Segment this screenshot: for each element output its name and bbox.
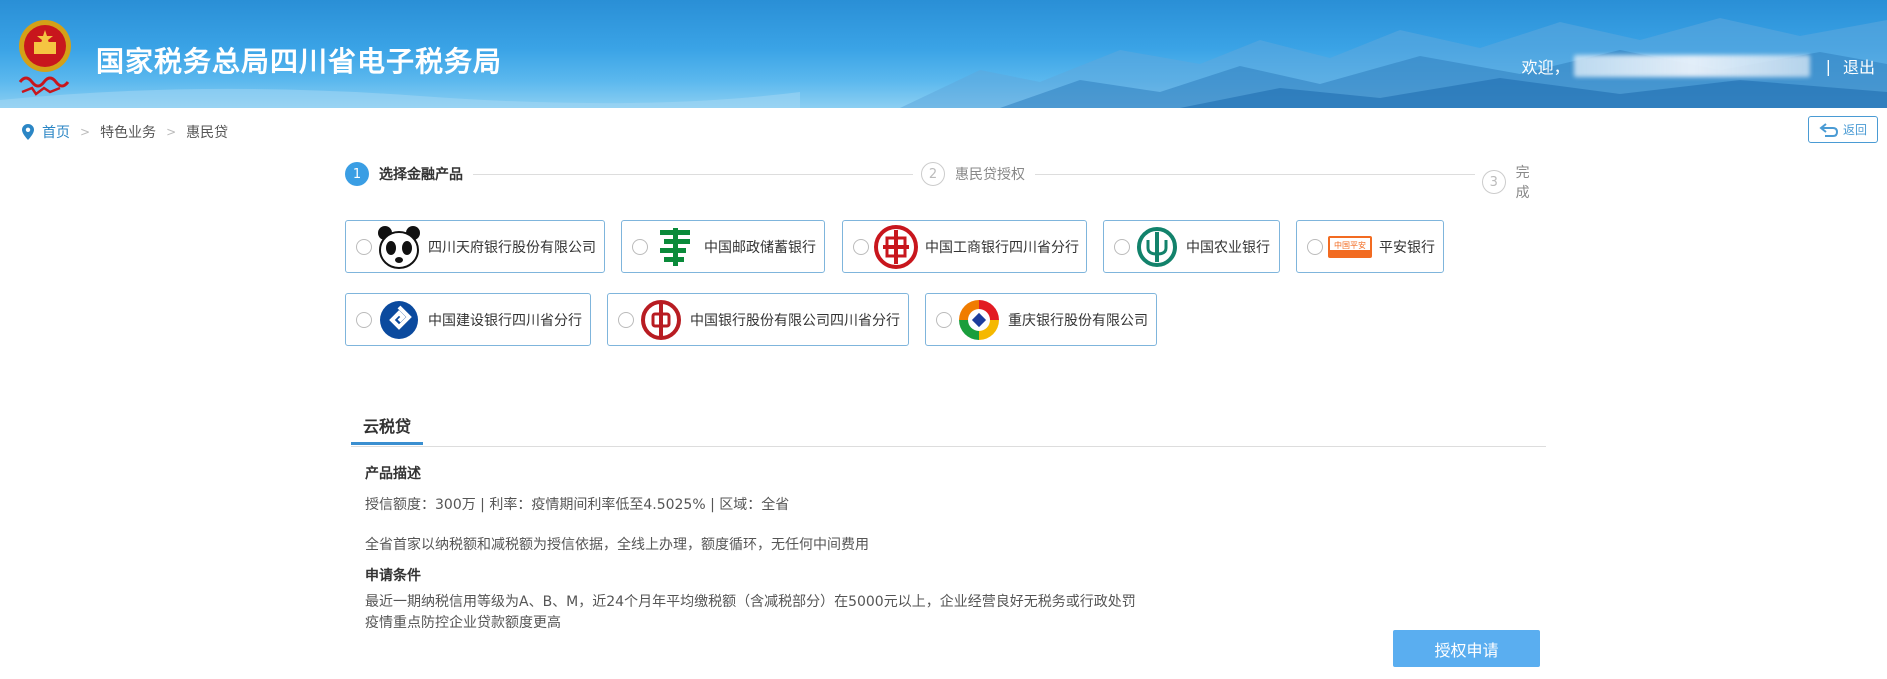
step-number: 1 (345, 162, 369, 186)
radio-button[interactable] (853, 238, 869, 255)
bank-option-tianfu[interactable]: 四川天府银行股份有限公司 (345, 220, 605, 273)
site-title: 国家税务总局四川省电子税务局 (96, 45, 503, 78)
bank-option-icbc[interactable]: 中国工商银行四川省分行 (842, 220, 1087, 273)
step-number: 3 (1482, 170, 1506, 194)
bank-option-chongqing[interactable]: 重庆银行股份有限公司 (925, 293, 1157, 346)
back-button[interactable]: 返回 (1808, 116, 1878, 143)
bank-name: 中国建设银行四川省分行 (428, 312, 582, 329)
bank-name: 中国农业银行 (1186, 239, 1270, 256)
header-banner: 国家税务总局四川省电子税务局 欢迎， | 退出 (0, 0, 1887, 108)
radio-button[interactable] (632, 238, 648, 255)
bank-name: 重庆银行股份有限公司 (1008, 312, 1148, 329)
chevron-right-icon: > (80, 125, 91, 139)
back-button-label: 返回 (1842, 123, 1867, 137)
product-description-line2: 全省首家以纳税额和减税额为授信依据，全线上办理，额度循环，无任何中间费用 (365, 537, 869, 553)
step-label: 完成 (1515, 165, 1530, 201)
ccb-logo-icon (376, 297, 422, 343)
product-tab-bar: 云税贷 (351, 408, 1546, 447)
step-number: 2 (921, 162, 945, 186)
bank-name: 四川天府银行股份有限公司 (428, 239, 596, 256)
step-label: 惠民贷授权 (955, 167, 1025, 183)
pingan-logo-icon: 中国平安 (1327, 224, 1373, 270)
bank-option-postal[interactable]: 中国邮政储蓄银行 (621, 220, 825, 273)
tab-yunshuidai[interactable]: 云税贷 (351, 408, 423, 445)
logout-link[interactable]: 退出 (1843, 54, 1875, 78)
user-area: 欢迎， | 退出 (1522, 54, 1875, 78)
radio-button[interactable] (1114, 238, 1130, 255)
radio-button[interactable] (1307, 238, 1323, 255)
postal-bank-logo-icon (652, 224, 698, 270)
return-arrow-icon (1819, 122, 1838, 137)
step-indicator: 1 选择金融产品 2 惠民贷授权 3 完成 (345, 162, 1543, 201)
boc-logo-icon (638, 297, 684, 343)
bank-name: 平安银行 (1379, 239, 1435, 256)
radio-button[interactable] (936, 311, 952, 328)
step-2: 2 惠民贷授权 (921, 162, 1025, 186)
location-pin-icon (22, 124, 34, 140)
welcome-text: 欢迎， (1521, 58, 1570, 77)
product-description-title: 产品描述 (365, 466, 421, 482)
bank-option-ccb[interactable]: 中国建设银行四川省分行 (345, 293, 591, 346)
bank-name: 中国工商银行四川省分行 (925, 239, 1079, 256)
step-1: 1 选择金融产品 (345, 162, 463, 186)
chevron-right-icon: > (166, 125, 177, 139)
step-connector (473, 174, 913, 175)
authorize-apply-button[interactable]: 授权申请 (1393, 630, 1540, 667)
bank-option-abc[interactable]: 中国农业银行 (1103, 220, 1280, 273)
breadcrumb: 首页 > 特色业务 > 惠民贷 (22, 122, 228, 142)
breadcrumb-home[interactable]: 首页 (42, 122, 70, 142)
bank-name: 中国银行股份有限公司四川省分行 (690, 312, 900, 329)
bank-name: 中国邮政储蓄银行 (704, 239, 816, 256)
step-connector (1035, 174, 1475, 175)
breadcrumb-current: 惠民贷 (186, 125, 229, 141)
abc-logo-icon (1134, 224, 1180, 270)
bank-option-pingan[interactable]: 中国平安 平安银行 (1296, 220, 1444, 273)
icbc-logo-icon (873, 224, 919, 270)
separator: | (1825, 56, 1831, 76)
national-emblem-logo (12, 16, 78, 100)
step-3: 3 完成 (1482, 162, 1543, 202)
panda-logo-icon (376, 224, 422, 270)
cq-bank-logo-icon (956, 297, 1002, 343)
radio-button[interactable] (356, 311, 372, 328)
apply-conditions-line1: 最近一期纳税信用等级为A、B、M，近24个月年平均缴税额（含减税部分）在5000… (365, 594, 1136, 610)
breadcrumb-special-business[interactable]: 特色业务 (100, 122, 156, 142)
username-blurred (1573, 55, 1810, 77)
apply-conditions-line2: 疫情重点防控企业贷款额度更高 (365, 615, 561, 631)
apply-conditions-title: 申请条件 (365, 568, 421, 584)
step-label: 选择金融产品 (379, 167, 463, 183)
radio-button[interactable] (356, 238, 372, 255)
radio-button[interactable] (618, 311, 634, 328)
product-description-line1: 授信额度：300万 | 利率：疫情期间利率低至4.5025% | 区域：全省 (365, 497, 790, 513)
bank-option-boc[interactable]: 中国银行股份有限公司四川省分行 (607, 293, 909, 346)
pingan-logo-text: 中国平安 (1334, 240, 1366, 250)
